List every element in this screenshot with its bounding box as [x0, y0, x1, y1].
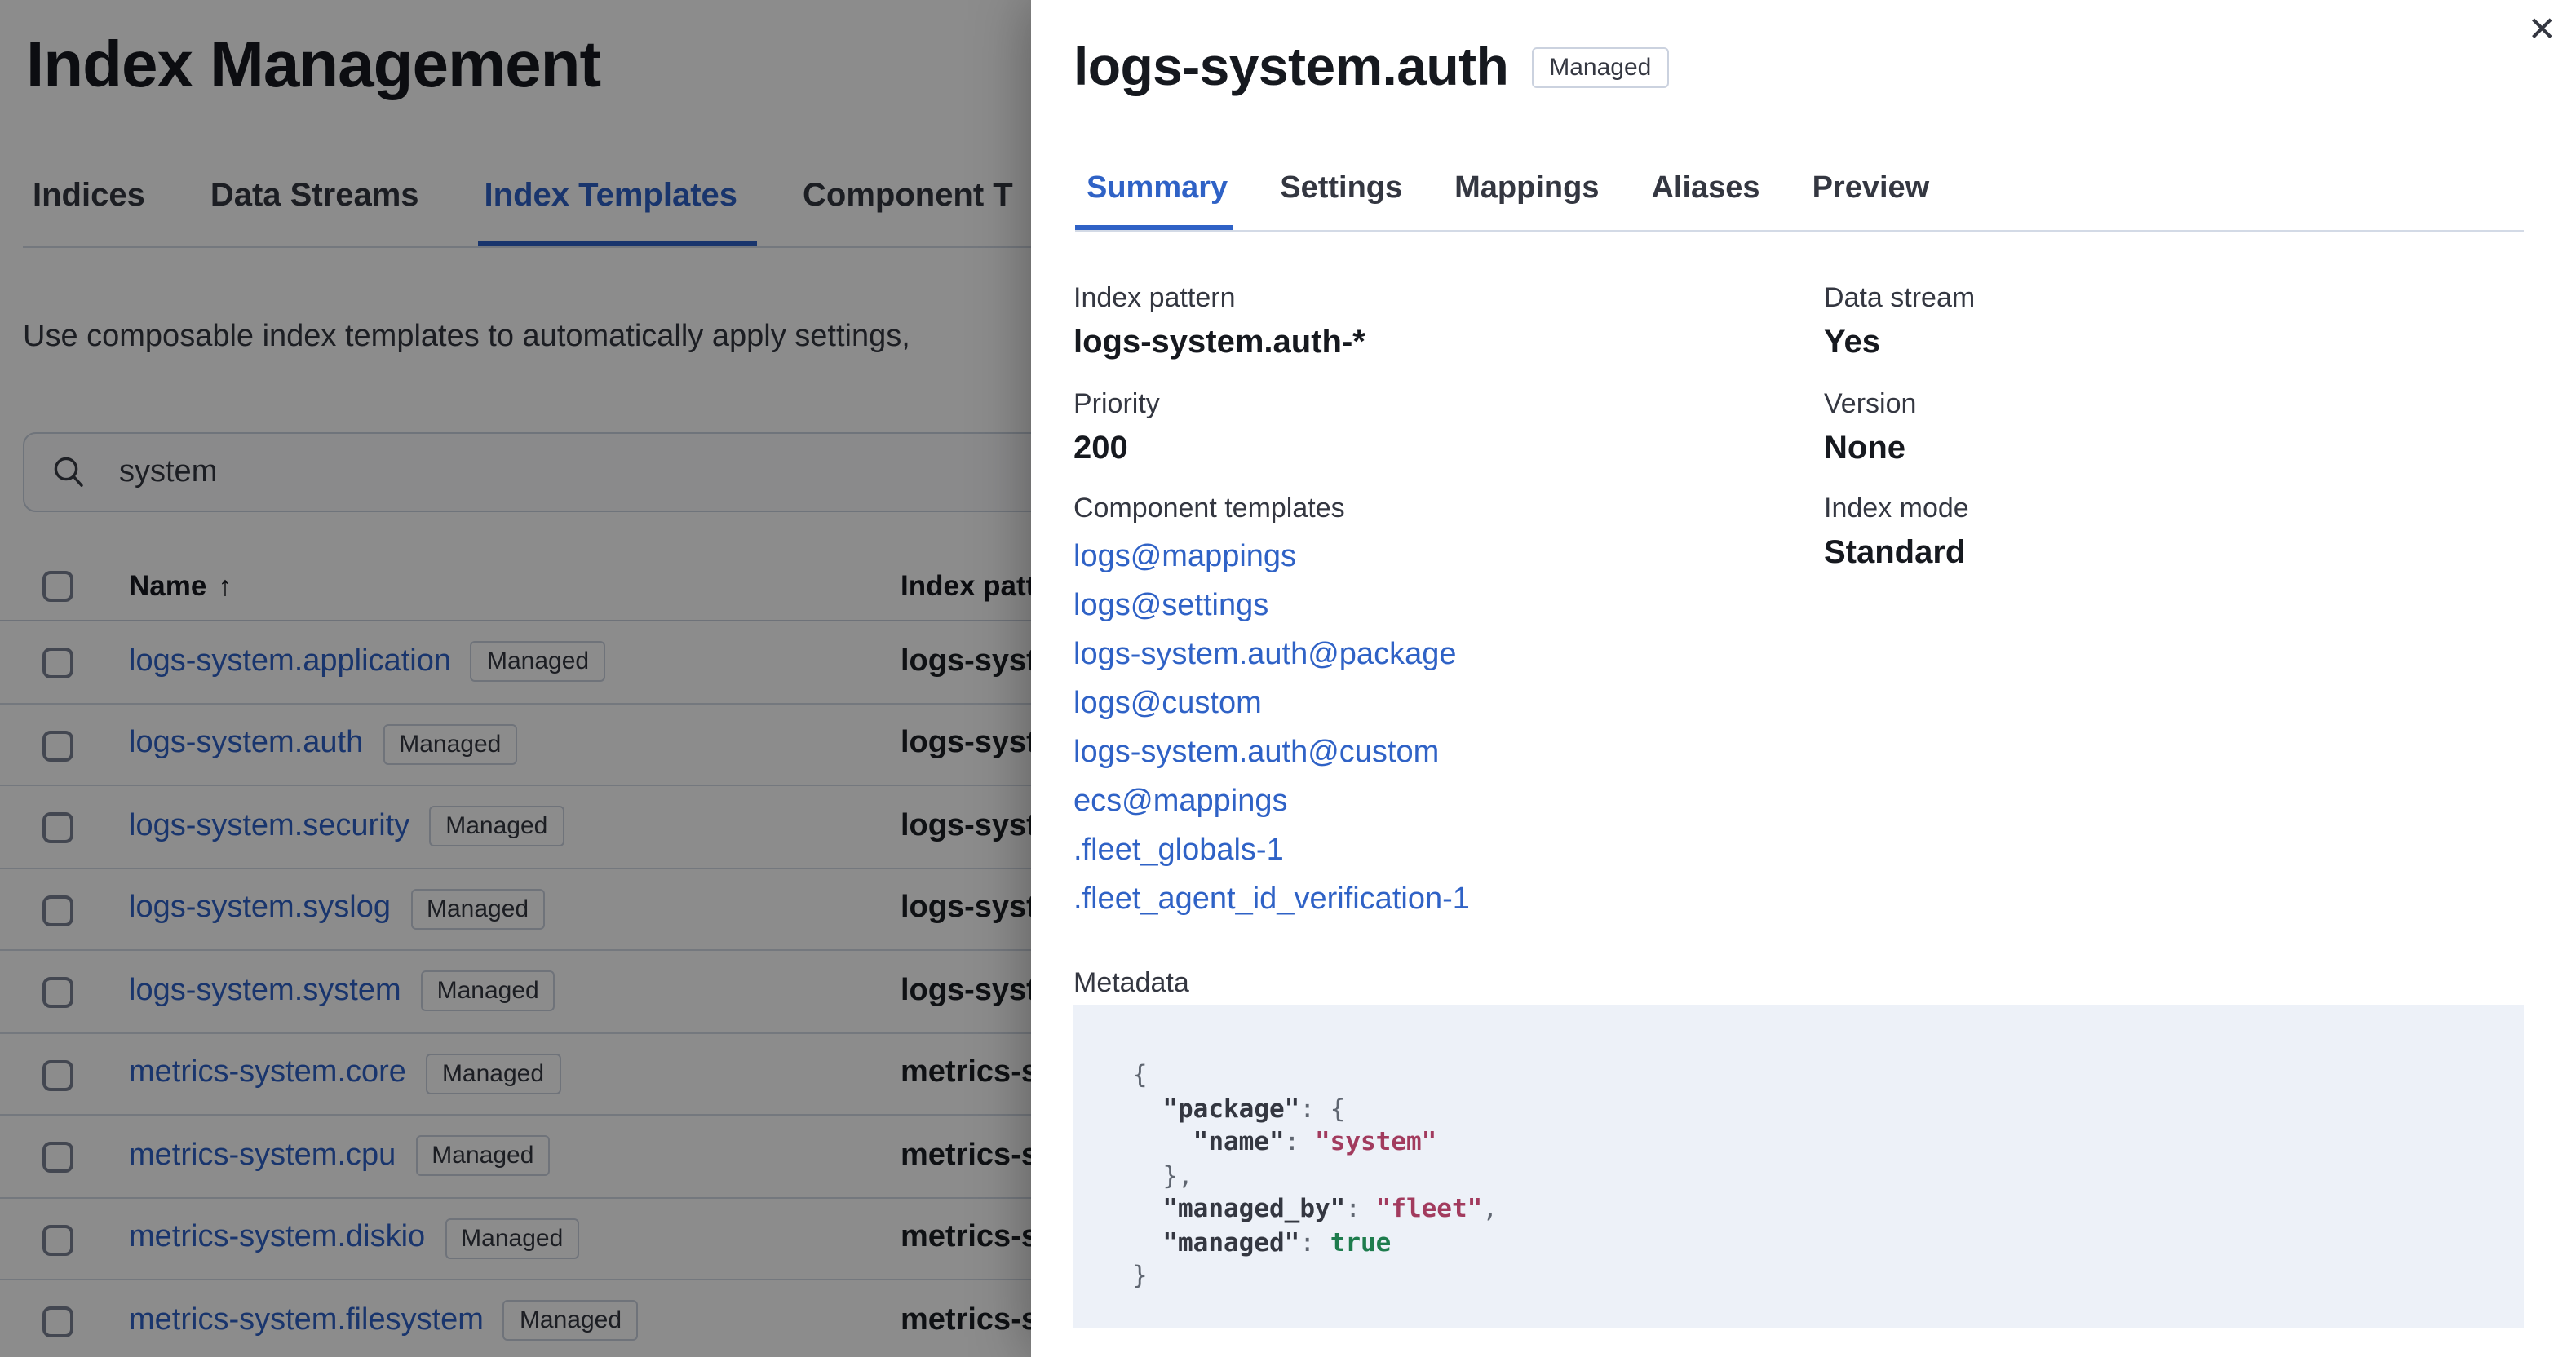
field-priority: Priority 200 — [1073, 387, 1160, 468]
component-template-link[interactable]: logs-system.auth@custom — [1073, 729, 1470, 778]
field-component-templates: Component templates logs@mappings logs@se… — [1073, 491, 1470, 925]
field-value: Yes — [1824, 325, 1880, 360]
flyout-titlebar: logs-system.auth Managed — [1073, 36, 1670, 98]
field-label: Priority — [1073, 388, 1160, 419]
field-label: Component templates — [1073, 493, 1345, 524]
code-line: "package": { — [1162, 1094, 1346, 1123]
component-template-link[interactable]: .fleet_globals-1 — [1073, 827, 1470, 876]
details-flyout: ✕ logs-system.auth Managed Summary Settin… — [1031, 0, 2576, 1357]
field-metadata: Metadata — [1073, 966, 1189, 1001]
field-label: Metadata — [1073, 967, 1189, 998]
field-index-pattern: Index pattern logs-system.auth-* — [1073, 281, 1365, 362]
component-template-link[interactable]: .fleet_agent_id_verification-1 — [1073, 876, 1470, 925]
component-template-link[interactable]: logs-system.auth@package — [1073, 631, 1470, 680]
flyout-tabs: Summary Settings Mappings Aliases Preview — [1075, 171, 1941, 207]
flyout-tab-mappings[interactable]: Mappings — [1443, 171, 1610, 207]
close-icon[interactable]: ✕ — [2521, 7, 2563, 54]
field-label: Data stream — [1824, 282, 1976, 313]
component-template-link[interactable]: logs@mappings — [1073, 533, 1470, 582]
code-line: "name": "system" — [1193, 1127, 1437, 1156]
field-value: 200 — [1073, 431, 1128, 466]
field-version: Version None — [1824, 387, 1916, 468]
component-template-link[interactable]: logs@settings — [1073, 582, 1470, 631]
component-template-link[interactable]: ecs@mappings — [1073, 778, 1470, 827]
field-value: logs-system.auth-* — [1073, 325, 1365, 360]
component-template-link[interactable]: logs@custom — [1073, 680, 1470, 729]
field-label: Index mode — [1824, 493, 1969, 524]
field-value: Standard — [1824, 535, 1966, 571]
flyout-tabs-divider — [1075, 229, 2524, 231]
code-line: { — [1132, 1060, 1148, 1090]
flyout-tab-preview[interactable]: Preview — [1801, 171, 1941, 207]
component-template-links: logs@mappings logs@settings logs-system.au… — [1073, 533, 1470, 925]
code-line: }, — [1132, 1160, 1193, 1190]
field-label: Version — [1824, 388, 1917, 419]
screen: Index Management Indices Data Streams Inde… — [0, 0, 2576, 1357]
field-data-stream: Data stream Yes — [1824, 281, 1975, 362]
flyout-title: logs-system.auth — [1073, 36, 1509, 96]
code-line: } — [1132, 1261, 1148, 1290]
code-line: "managed_by": "fleet", — [1162, 1194, 1498, 1223]
managed-badge: Managed — [1531, 46, 1670, 87]
flyout-tab-summary[interactable]: Summary — [1075, 171, 1239, 207]
field-value: None — [1824, 431, 1905, 466]
metadata-code-block: { "package": { "name": "system" }, "mana… — [1073, 1005, 2524, 1328]
flyout-tab-aliases[interactable]: Aliases — [1640, 171, 1771, 207]
code-line: "managed": true — [1162, 1227, 1392, 1257]
flyout-tab-settings[interactable]: Settings — [1268, 171, 1414, 207]
field-label: Index pattern — [1073, 282, 1236, 313]
field-index-mode: Index mode Standard — [1824, 491, 1969, 572]
